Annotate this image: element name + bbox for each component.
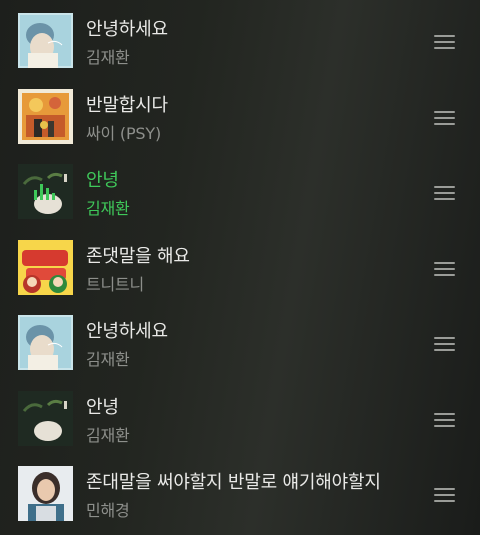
track-row[interactable]: 존대말을 써야할지 반말로 얘기해야할지 민해경 <box>0 466 480 528</box>
track-row[interactable]: 안녕 김재환 <box>0 164 480 226</box>
track-title: 안녕 <box>86 397 119 418</box>
reorder-handle-icon[interactable] <box>434 262 455 276</box>
track-row[interactable]: 안녕 김재환 <box>0 391 480 453</box>
reorder-handle-icon[interactable] <box>434 35 455 49</box>
album-cover <box>18 391 73 446</box>
reorder-handle-icon[interactable] <box>434 111 455 125</box>
album-cover <box>18 164 73 219</box>
reorder-handle-icon[interactable] <box>434 337 455 351</box>
track-row[interactable]: 안녕하세요 김재환 <box>0 13 480 75</box>
equalizer-icon <box>34 184 55 200</box>
track-artist: 민해경 <box>86 501 130 520</box>
track-title: 안녕하세요 <box>86 321 168 342</box>
album-cover <box>18 315 73 370</box>
track-title: 안녕 <box>86 170 119 191</box>
track-artist: 싸이 (PSY) <box>86 124 161 143</box>
track-artist: 김재환 <box>86 350 130 369</box>
track-row[interactable]: 반말합시다 싸이 (PSY) <box>0 89 480 151</box>
reorder-handle-icon[interactable] <box>434 488 455 502</box>
track-title: 존댓말을 해요 <box>86 246 190 267</box>
track-row[interactable]: 안녕하세요 김재환 <box>0 315 480 377</box>
reorder-handle-icon[interactable] <box>434 413 455 427</box>
track-title: 반말합시다 <box>86 95 168 116</box>
track-title: 안녕하세요 <box>86 19 168 40</box>
track-row[interactable]: 존댓말을 해요 트니트니 <box>0 240 480 302</box>
reorder-handle-icon[interactable] <box>434 186 455 200</box>
album-cover <box>18 466 73 521</box>
album-cover <box>18 13 73 68</box>
album-cover <box>18 89 73 144</box>
track-artist: 김재환 <box>86 426 130 445</box>
track-artist: 트니트니 <box>86 275 145 294</box>
track-title: 존대말을 써야할지 반말로 얘기해야할지 <box>86 472 381 493</box>
track-artist: 김재환 <box>86 48 130 67</box>
track-artist: 김재환 <box>86 199 130 218</box>
album-cover <box>18 240 73 295</box>
